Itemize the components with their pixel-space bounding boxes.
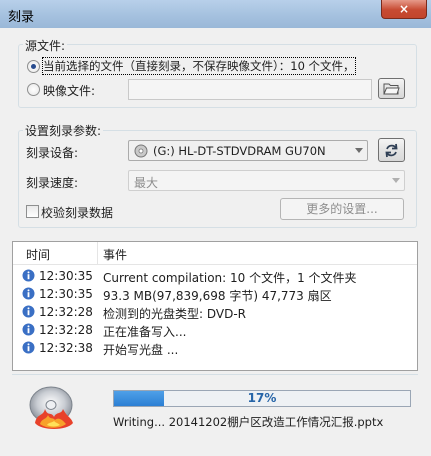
log-event: 开始写光盘 ... xyxy=(103,343,179,357)
info-icon xyxy=(22,323,35,336)
log-time: 12:30:35 xyxy=(39,287,93,301)
log-row[interactable]: 12:32:38 开始写光盘 ... xyxy=(13,339,417,357)
progress-percent-label: 17% xyxy=(247,391,277,405)
refresh-devices-button[interactable] xyxy=(378,138,405,162)
folder-icon xyxy=(383,83,400,95)
info-icon xyxy=(22,341,35,354)
log-row[interactable]: 12:30:35 Current compilation: 10 个文件，1 个… xyxy=(13,267,417,285)
verify-checkbox[interactable] xyxy=(26,205,39,218)
log-time: 12:32:28 xyxy=(39,323,93,337)
log-time: 12:32:38 xyxy=(39,341,93,355)
image-file-label[interactable]: 映像文件: xyxy=(43,82,95,99)
chevron-down-icon xyxy=(392,178,400,183)
dialog-body: 源文件: 当前选择的文件（直接刻录，不保存映像文件）：10 个文件， 映像文件:… xyxy=(8,28,423,452)
burn-window: 刻录 × 源文件: 当前选择的文件（直接刻录，不保存映像文件）：10 个文件， … xyxy=(0,0,431,456)
image-file-radio[interactable] xyxy=(27,83,40,96)
current-files-label[interactable]: 当前选择的文件（直接刻录，不保存映像文件）：10 个文件， xyxy=(42,57,356,75)
log-event: 93.3 MB(97,839,698 字节) 47,773 扇区 xyxy=(103,289,332,303)
info-icon xyxy=(22,269,35,282)
column-header-event[interactable]: 事件 xyxy=(103,246,127,263)
burn-device-value: (G:) HL-DT-STDVDRAM GU70N xyxy=(153,144,326,158)
burning-disc-icon xyxy=(29,386,73,429)
column-separator[interactable] xyxy=(97,242,98,264)
chevron-down-icon xyxy=(355,148,363,153)
event-log-header: 时间 事件 xyxy=(13,242,417,265)
event-log-list[interactable]: 时间 事件 12:30:35 Current compilation: 10 个… xyxy=(12,241,418,371)
column-header-time[interactable]: 时间 xyxy=(26,246,50,263)
source-group-label: 源文件: xyxy=(23,37,68,54)
window-title: 刻录 xyxy=(8,10,35,25)
log-time: 12:32:28 xyxy=(39,305,93,319)
status-text: Writing... 20141202棚户区改造工作情况汇报.pptx xyxy=(113,415,384,429)
more-settings-button[interactable]: 更多的设置... xyxy=(280,198,404,220)
log-row[interactable]: 12:32:28 正在准备写入... xyxy=(13,321,417,339)
info-icon xyxy=(22,305,35,318)
log-event: 检测到的光盘类型: DVD-R xyxy=(103,307,247,321)
close-button[interactable]: × xyxy=(381,0,427,19)
burn-progress-bar: 17% xyxy=(113,390,411,407)
burn-speed-value: 最大 xyxy=(134,176,159,190)
log-row[interactable]: 12:32:28 检测到的光盘类型: DVD-R xyxy=(13,303,417,321)
burn-speed-select[interactable]: 最大 xyxy=(128,170,405,191)
browse-button[interactable] xyxy=(378,78,405,99)
burn-device-select[interactable]: (G:) HL-DT-STDVDRAM GU70N xyxy=(128,140,368,161)
title-bar[interactable]: 刻录 × xyxy=(0,0,431,28)
verify-label[interactable]: 校验刻录数据 xyxy=(41,204,113,221)
log-event: Current compilation: 10 个文件，1 个文件夹 xyxy=(103,271,357,285)
log-time: 12:30:35 xyxy=(39,269,93,283)
section-divider xyxy=(12,374,418,375)
info-icon xyxy=(22,287,35,300)
log-row[interactable]: 12:30:35 93.3 MB(97,839,698 字节) 47,773 扇… xyxy=(13,285,417,303)
burn-speed-label: 刻录速度: xyxy=(26,176,79,190)
current-files-radio[interactable] xyxy=(27,60,40,73)
refresh-icon xyxy=(385,143,398,158)
burn-device-label: 刻录设备: xyxy=(26,146,79,160)
image-file-path-field[interactable] xyxy=(128,79,372,100)
log-event: 正在准备写入... xyxy=(103,325,187,339)
disc-drive-icon xyxy=(134,144,148,158)
burn-settings-group-label: 设置刻录参数: xyxy=(23,122,104,139)
